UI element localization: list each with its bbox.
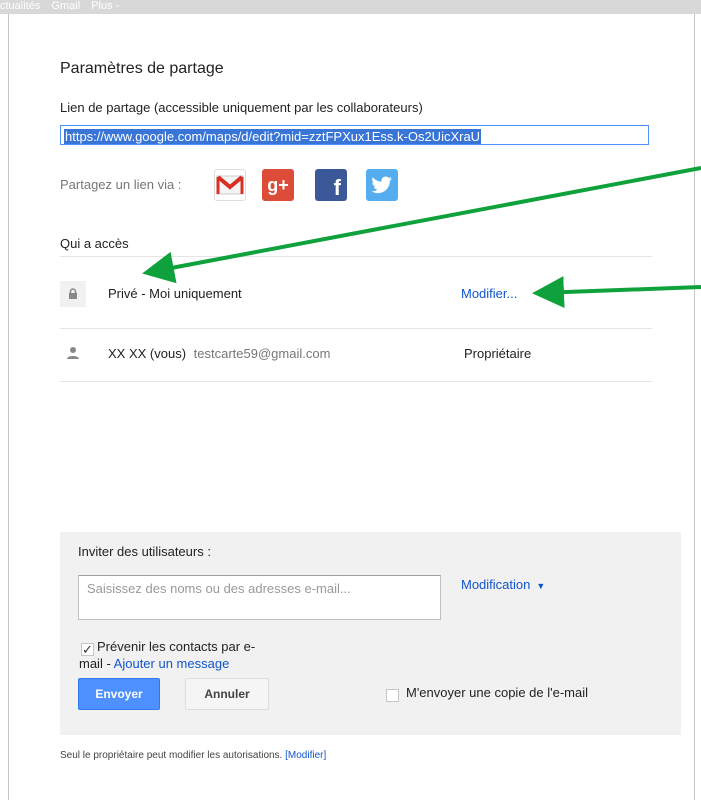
nav-item-gmail[interactable]: Gmail bbox=[51, 0, 80, 12]
permission-dropdown[interactable]: Modification ▼ bbox=[461, 577, 545, 592]
divider bbox=[60, 256, 652, 257]
share-link-value: https://www.google.com/maps/d/edit?mid=z… bbox=[64, 129, 482, 144]
nav-item-plus[interactable]: Plus - bbox=[91, 0, 119, 12]
notify-label: Prévenir les contacts par e- bbox=[97, 639, 256, 654]
footer-modify-link[interactable]: [Modifier] bbox=[285, 750, 326, 761]
send-button[interactable]: Envoyer bbox=[78, 678, 160, 710]
send-copy-label: M'envoyer une copie de l'e-mail bbox=[406, 685, 588, 700]
permission-value: Modification bbox=[461, 577, 531, 592]
invite-label: Inviter des utilisateurs : bbox=[78, 544, 211, 559]
share-via-label: Partagez un lien via : bbox=[60, 177, 182, 192]
access-section-title: Qui a accès bbox=[60, 236, 129, 251]
owner-name: XX XX (vous) bbox=[108, 346, 187, 361]
add-message-link[interactable]: Ajouter un message bbox=[114, 656, 230, 671]
send-copy-checkbox[interactable] bbox=[386, 689, 399, 702]
twitter-icon[interactable] bbox=[366, 169, 398, 201]
notify-checkbox[interactable]: ✓ bbox=[81, 643, 94, 656]
footer-text: Seul le propriétaire peut modifier les a… bbox=[60, 750, 286, 761]
divider bbox=[60, 381, 652, 382]
background-top-nav: ctualités Gmail Plus - bbox=[0, 0, 701, 14]
notify-label-line2: mail - Ajouter un message bbox=[79, 656, 229, 672]
nav-item-actualites[interactable]: ctualités bbox=[0, 0, 40, 12]
lock-icon bbox=[60, 281, 86, 307]
invite-panel: Inviter des utilisateurs : Saisissez des… bbox=[60, 532, 681, 735]
owner-role-label: Propriétaire bbox=[464, 346, 532, 361]
modify-access-link[interactable]: Modifier... bbox=[461, 286, 517, 301]
owner-row: XX XX (vous) testcarte59@gmail.com bbox=[108, 346, 330, 361]
cancel-button[interactable]: Annuler bbox=[185, 678, 269, 710]
person-icon bbox=[60, 340, 86, 366]
share-link-label: Lien de partage (accessible uniquement p… bbox=[60, 100, 423, 115]
dialog-title: Paramètres de partage bbox=[60, 60, 224, 77]
chevron-down-icon: ▼ bbox=[536, 581, 546, 591]
share-settings-dialog: Paramètres de partage Lien de partage (a… bbox=[8, 14, 695, 800]
owner-email: testcarte59@gmail.com bbox=[193, 346, 331, 361]
invite-placeholder: Saisissez des noms ou des adresses e-mai… bbox=[87, 581, 351, 596]
notify-label-cont: mail - bbox=[79, 656, 114, 671]
divider bbox=[60, 328, 652, 329]
facebook-icon[interactable]: f bbox=[315, 169, 347, 201]
share-link-field[interactable]: https://www.google.com/maps/d/edit?mid=z… bbox=[60, 125, 649, 145]
private-access-label: Privé - Moi uniquement bbox=[108, 286, 242, 301]
google-plus-icon[interactable]: g+ bbox=[262, 169, 294, 201]
gmail-icon[interactable] bbox=[214, 169, 246, 201]
footer-note: Seul le propriétaire peut modifier les a… bbox=[60, 750, 326, 761]
invite-input[interactable]: Saisissez des noms ou des adresses e-mai… bbox=[78, 575, 441, 620]
